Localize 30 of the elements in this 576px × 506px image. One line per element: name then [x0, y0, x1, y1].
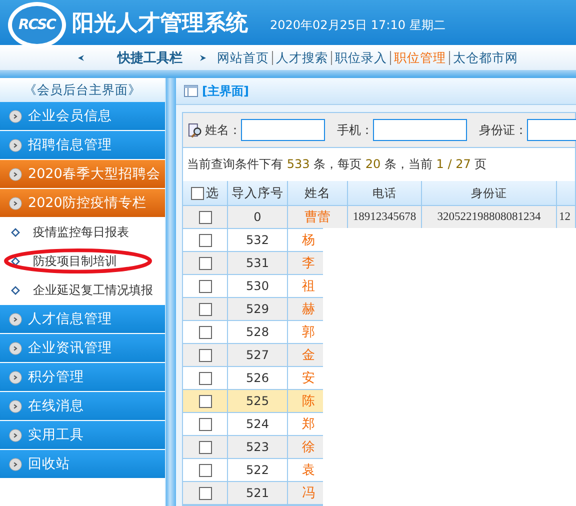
- date-time: 2020年02月25日 17:10 星期二: [270, 17, 446, 34]
- sidebar-item[interactable]: 2020防控疫情专栏: [0, 189, 165, 218]
- toolbar-label: 快捷工具栏: [116, 50, 184, 66]
- sidebar-item[interactable]: 人才信息管理: [0, 305, 165, 334]
- sidebar-subitem[interactable]: 防疫项目制培训: [0, 247, 165, 276]
- table-cell: 521: [228, 482, 288, 505]
- table-row[interactable]: 0 曹蕾 18912345678 320522198808081234 12: [183, 206, 575, 229]
- sidebar-item[interactable]: 企业会员信息: [0, 102, 165, 131]
- sidebar-subitem[interactable]: 企业延迟复工情况填报: [0, 276, 165, 305]
- sidebar-item[interactable]: 积分管理: [0, 363, 165, 392]
- app-title: 阳光人才管理系统: [72, 10, 248, 38]
- field-label: 姓名：: [205, 122, 241, 138]
- result-summary: 当前查询条件下有 533 条，每页 20 条，当前 1 / 27 页: [186, 156, 488, 173]
- toolbar-link[interactable]: 人才搜索: [272, 50, 331, 64]
- field-label: 手机：: [337, 122, 373, 138]
- sidebar-item[interactable]: 在线消息: [0, 392, 165, 421]
- logo-icon: RCSC: [8, 2, 66, 48]
- sidebar-item[interactable]: 企业资讯管理: [0, 334, 165, 363]
- panel-title: [主界面]: [202, 82, 249, 100]
- sidebar-item[interactable]: 2020春季大型招聘会: [0, 160, 165, 189]
- toolbar-link[interactable]: 网站首页: [214, 50, 272, 64]
- field-label: 身份证：: [479, 122, 527, 138]
- sidebar-title: 《会员后台主界面》: [0, 78, 165, 102]
- toolbar-link[interactable]: 太仓都市网: [449, 50, 521, 64]
- sidebar-item[interactable]: 实用工具: [0, 421, 165, 450]
- sidebar-subitem[interactable]: 疫情监控每日报表: [0, 218, 165, 247]
- sidebar-item[interactable]: 回收站: [0, 450, 165, 479]
- toolbar-link[interactable]: 职位管理: [390, 50, 449, 64]
- toolbar-link[interactable]: 职位录入: [331, 50, 390, 64]
- sidebar-item[interactable]: 招聘信息管理: [0, 131, 165, 160]
